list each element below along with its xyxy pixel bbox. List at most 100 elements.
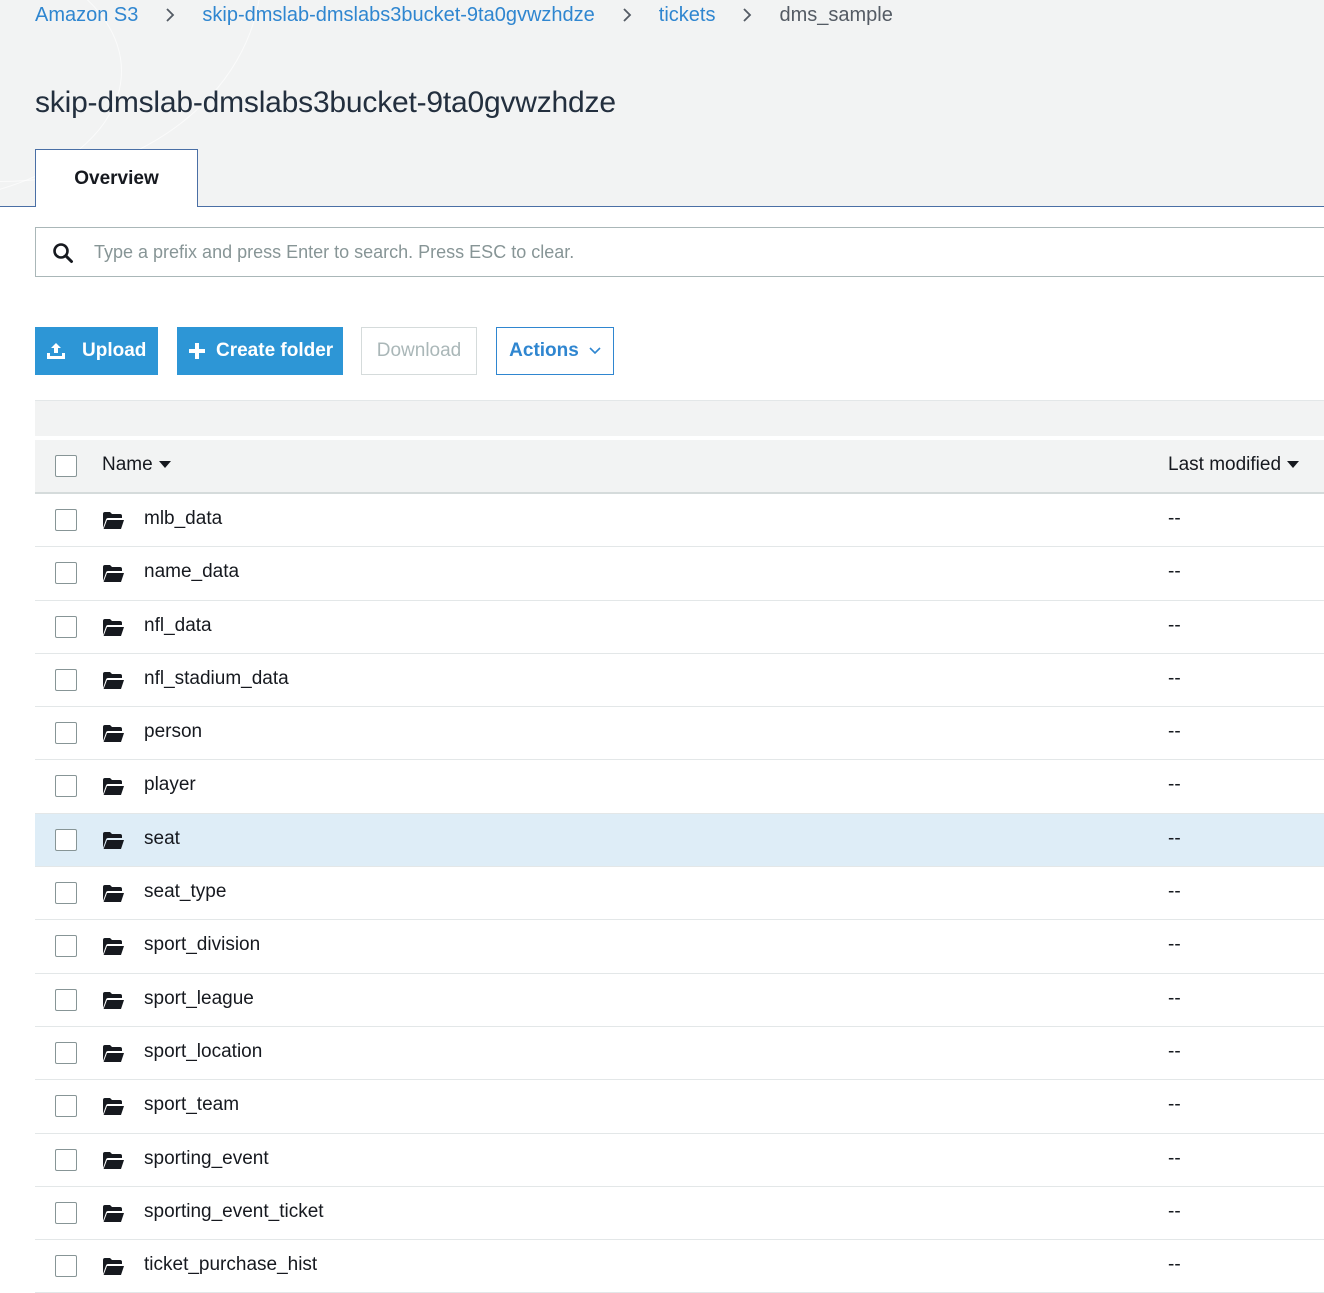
breadcrumb-current: dms_sample — [779, 3, 893, 26]
column-name-label: Name — [102, 454, 153, 475]
table-row[interactable]: sport_location -- — [35, 1026, 1324, 1081]
table-row[interactable]: nfl_stadium_data -- — [35, 653, 1324, 708]
table-row[interactable]: seat_type -- — [35, 867, 1324, 921]
last-modified-value: -- — [1168, 561, 1181, 583]
table-row[interactable]: sport_division -- — [35, 920, 1324, 974]
table-row[interactable]: ticket_purchase_hist -- — [35, 1240, 1324, 1293]
object-name-link[interactable]: mlb_data — [144, 508, 222, 530]
object-name-link[interactable]: sport_location — [144, 1041, 262, 1063]
column-last-modified-label: Last modified — [1168, 454, 1282, 475]
last-modified-value: -- — [1168, 1040, 1181, 1062]
last-modified-value: -- — [1168, 1200, 1181, 1222]
object-name-link[interactable]: nfl_data — [144, 615, 212, 637]
table-row[interactable]: seat -- — [35, 813, 1324, 868]
last-modified-value: -- — [1168, 881, 1181, 903]
upload-icon — [46, 341, 66, 361]
table-row[interactable]: player -- — [35, 760, 1324, 814]
object-name-link[interactable]: sporting_event_ticket — [144, 1201, 324, 1223]
row-checkbox[interactable] — [55, 828, 77, 851]
row-checkbox[interactable] — [55, 722, 77, 745]
table-row[interactable]: nfl_data -- — [35, 600, 1324, 654]
object-name-link[interactable]: player — [144, 774, 196, 796]
column-header-last-modified[interactable]: Last modified — [1168, 454, 1300, 476]
search-box — [35, 227, 1324, 277]
folder-open-icon — [102, 884, 125, 903]
last-modified-value: -- — [1168, 1254, 1181, 1276]
chevron-down-icon — [589, 347, 601, 355]
table-row[interactable]: mlb_data -- — [35, 494, 1324, 548]
object-name-link[interactable]: name_data — [144, 561, 239, 583]
row-checkbox[interactable] — [55, 668, 77, 691]
object-name-link[interactable]: sport_division — [144, 934, 260, 956]
object-name-link[interactable]: sport_league — [144, 988, 254, 1010]
folder-open-icon — [102, 1204, 125, 1223]
row-checkbox[interactable] — [55, 882, 77, 905]
folder-open-icon — [102, 618, 125, 637]
column-header-name[interactable]: Name — [102, 454, 171, 476]
tab-overview[interactable]: Overview — [35, 149, 198, 207]
object-name-link[interactable]: person — [144, 721, 202, 743]
row-checkbox[interactable] — [55, 775, 77, 798]
tab-bar-divider — [0, 206, 1324, 207]
last-modified-value: -- — [1168, 667, 1181, 689]
last-modified-value: -- — [1168, 721, 1181, 743]
object-name-link[interactable]: sporting_event — [144, 1148, 269, 1170]
chevron-right-icon — [138, 4, 202, 27]
search-input[interactable] — [94, 228, 1294, 276]
create-folder-button[interactable]: Create folder — [177, 327, 343, 375]
object-name-link[interactable]: seat_type — [144, 881, 226, 903]
upload-label: Upload — [82, 340, 147, 361]
last-modified-value: -- — [1168, 1147, 1181, 1169]
breadcrumb-tickets[interactable]: tickets — [659, 4, 716, 27]
chevron-right-icon — [715, 4, 779, 27]
folder-open-icon — [102, 991, 125, 1010]
object-list: mlb_data -- name_data -- nfl_data -- nfl_stadi… — [35, 494, 1324, 1293]
row-checkbox[interactable] — [55, 935, 77, 958]
last-modified-value: -- — [1168, 774, 1181, 796]
page-title: skip-dmslab-dmslabs3bucket-9ta0gvwzhdze — [35, 86, 616, 119]
last-modified-value: -- — [1168, 508, 1181, 529]
breadcrumb-bucket[interactable]: skip-dmslab-dmslabs3bucket-9ta0gvwzhdze — [202, 4, 594, 27]
folder-open-icon — [102, 1044, 125, 1063]
chevron-right-icon — [595, 4, 659, 27]
upload-button[interactable]: Upload — [35, 327, 158, 375]
row-checkbox[interactable] — [55, 615, 77, 638]
folder-open-icon — [102, 1257, 125, 1276]
folder-open-icon — [102, 564, 125, 583]
object-name-link[interactable]: ticket_purchase_hist — [144, 1254, 317, 1276]
row-checkbox[interactable] — [55, 1255, 77, 1278]
object-name-link[interactable]: nfl_stadium_data — [144, 668, 289, 690]
table-row[interactable]: sport_team -- — [35, 1080, 1324, 1134]
row-checkbox[interactable] — [55, 509, 77, 531]
actions-dropdown-button[interactable]: Actions — [496, 327, 614, 375]
download-button[interactable]: Download — [361, 327, 477, 375]
object-name-link[interactable]: sport_team — [144, 1094, 239, 1116]
table-row[interactable]: name_data -- — [35, 547, 1324, 601]
row-checkbox[interactable] — [55, 1095, 77, 1118]
folder-open-icon — [102, 724, 125, 743]
folder-open-icon — [102, 1097, 125, 1116]
table-row[interactable]: sporting_event -- — [35, 1133, 1324, 1187]
table-row[interactable]: sport_league -- — [35, 973, 1324, 1027]
last-modified-value: -- — [1168, 827, 1181, 849]
select-all-checkbox[interactable] — [55, 455, 77, 477]
row-checkbox[interactable] — [55, 988, 77, 1011]
search-icon — [53, 243, 73, 263]
last-modified-value: -- — [1168, 987, 1181, 1009]
table-row[interactable]: sporting_event_ticket -- — [35, 1186, 1324, 1241]
row-checkbox[interactable] — [55, 562, 77, 585]
row-checkbox[interactable] — [55, 1201, 77, 1224]
table-header: Name Last modified — [35, 440, 1324, 494]
plus-icon — [188, 342, 206, 360]
folder-open-icon — [102, 937, 125, 956]
breadcrumb-amazon-s3[interactable]: Amazon S3 — [35, 4, 138, 27]
actions-label: Actions — [509, 340, 579, 361]
row-checkbox[interactable] — [55, 1041, 77, 1064]
folder-open-icon — [102, 671, 125, 690]
row-checkbox[interactable] — [55, 1148, 77, 1171]
last-modified-value: -- — [1168, 1094, 1181, 1116]
object-name-link[interactable]: seat — [144, 828, 180, 850]
table-row[interactable]: person -- — [35, 707, 1324, 761]
folder-open-icon — [102, 777, 125, 796]
caret-down-icon — [1287, 461, 1300, 469]
